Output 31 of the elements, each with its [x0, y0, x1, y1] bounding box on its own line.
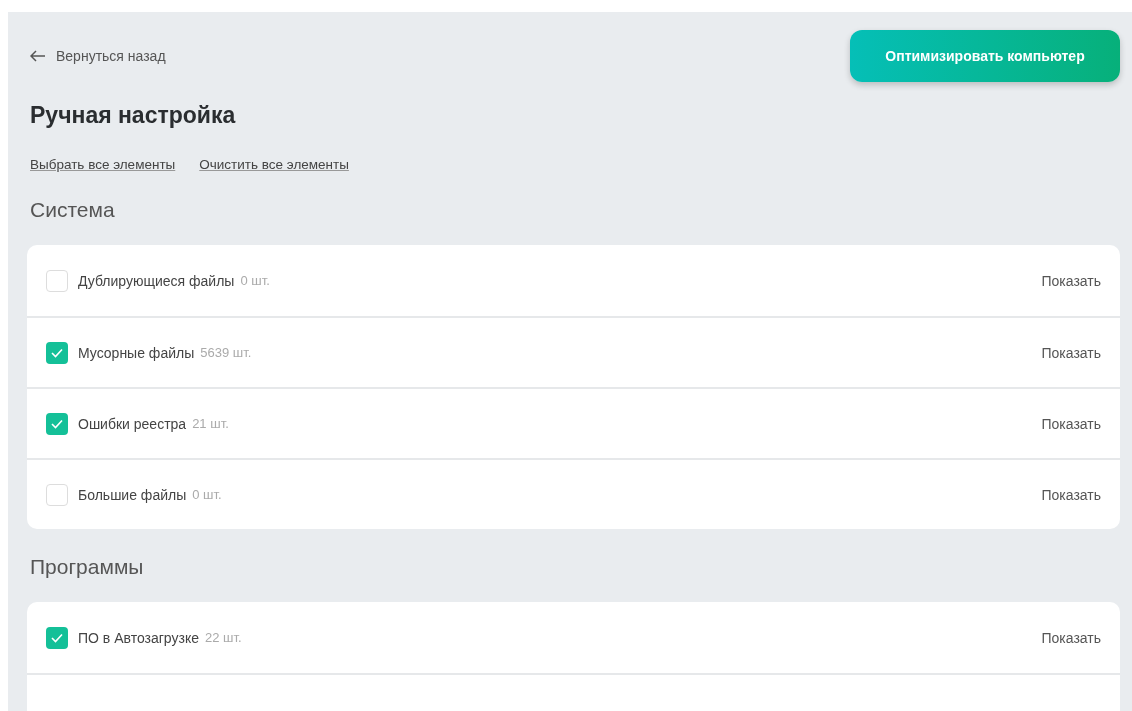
checkmark-icon: [51, 632, 63, 643]
action-link[interactable]: Очистить все элементы: [199, 157, 349, 172]
checkbox[interactable]: [46, 412, 68, 435]
show-link[interactable]: Показать: [1041, 629, 1101, 646]
item-label: Дублирующиеся файлы: [78, 272, 235, 289]
back-link-text[interactable]: Вернуться назад: [56, 48, 166, 64]
item-count: 0 шт.: [240, 273, 270, 288]
item-label: ПО в Автозагрузке: [78, 629, 199, 646]
checkmark-icon: [51, 418, 63, 429]
item-label: Мусорные файлы: [78, 344, 195, 361]
show-link[interactable]: Показать: [1041, 272, 1101, 289]
page-title: Ручная настройка: [30, 102, 237, 129]
item-label: Ошибки реестра: [78, 415, 187, 432]
item-label: Большие файлы: [78, 486, 187, 503]
show-link[interactable]: Показать: [1041, 344, 1101, 361]
item-count: 0 шт.: [192, 487, 222, 502]
section-heading: Программы: [30, 555, 145, 579]
item-count: 5639 шт.: [200, 345, 252, 360]
checkbox[interactable]: [46, 626, 68, 649]
action-link[interactable]: Выбрать все элементы: [30, 157, 176, 172]
show-link[interactable]: Показать: [1041, 486, 1101, 503]
section-heading: Система: [30, 198, 116, 222]
arrow-left-icon: [30, 50, 46, 62]
show-link[interactable]: Показать: [1041, 415, 1101, 432]
checkbox[interactable]: [46, 269, 68, 292]
item-count: 21 шт.: [192, 416, 229, 431]
back-link[interactable]: Вернуться назад: [30, 48, 166, 64]
item-count: 22 шт.: [204, 630, 242, 645]
checkbox[interactable]: [46, 483, 68, 506]
checkbox[interactable]: [46, 341, 68, 364]
checkmark-icon: [51, 347, 63, 358]
